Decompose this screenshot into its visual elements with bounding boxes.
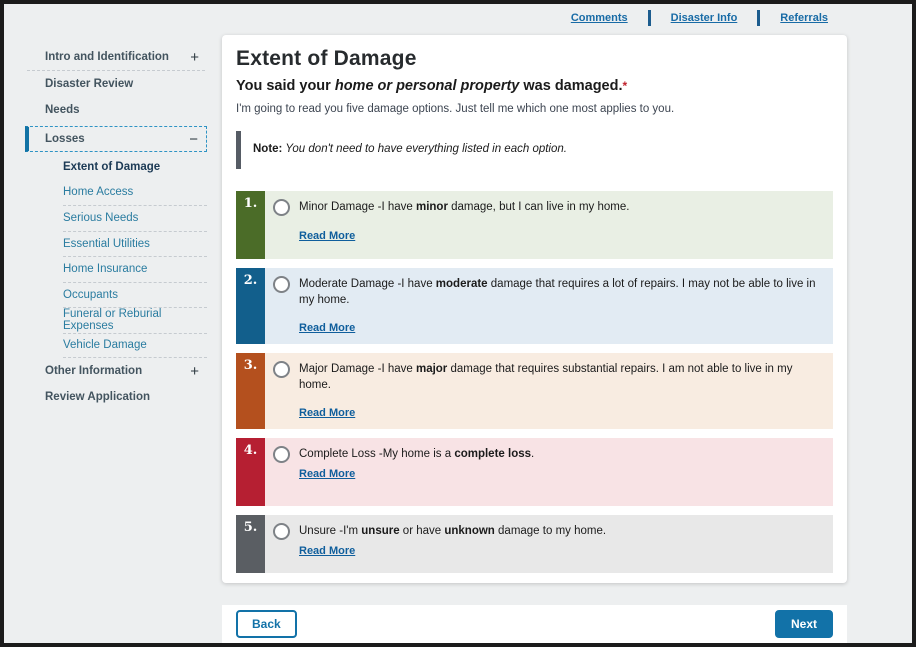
sidebar-item-label: Other Information [45, 365, 142, 377]
sidebar-item-disaster-review[interactable]: Disaster Review [25, 71, 207, 97]
option-row-unsure: 5. Unsure -I'm unsure or have unknown da… [236, 515, 833, 573]
footer-action-bar: Back Next [222, 605, 847, 643]
plus-icon[interactable]: + [190, 49, 199, 66]
radio-unsure[interactable] [273, 523, 290, 540]
sidebar-item-occupants[interactable]: Occupants [63, 282, 207, 308]
sidebar-item-label: Disaster Review [45, 78, 133, 90]
option-label: Major Damage -I have major damage that r… [299, 362, 821, 393]
next-button[interactable]: Next [775, 610, 833, 638]
radio-complete-loss[interactable] [273, 446, 290, 463]
sidebar-item-home-insurance[interactable]: Home Insurance [63, 256, 207, 282]
sidebar-item-label: Intro and Identification [45, 51, 169, 63]
option-number-badge: 1. [236, 191, 265, 259]
option-row-minor-damage: 1. Minor Damage -I have minor damage, bu… [236, 191, 833, 259]
option-number-badge: 4. [236, 438, 265, 506]
instruction-text: I'm going to read you five damage option… [236, 103, 833, 115]
sidebar-item-funeral-or-reburial-expenses[interactable]: Funeral or Reburial Expenses [63, 307, 207, 333]
required-asterisk: * [623, 79, 628, 93]
option-row-major-damage: 3. Major Damage -I have major damage tha… [236, 353, 833, 429]
sidebar-item-essential-utilities[interactable]: Essential Utilities [63, 231, 207, 257]
radio-major-damage[interactable] [273, 361, 290, 378]
sidebar-item-review-application[interactable]: Review Application [25, 384, 207, 410]
app-window: Comments Disaster Info Referrals Intro a… [0, 0, 916, 647]
sidebar-item-label: Needs [45, 104, 80, 116]
read-more-link[interactable]: Read More [299, 322, 355, 334]
damage-options-list: 1. Minor Damage -I have minor damage, bu… [236, 191, 833, 573]
top-nav: Comments Disaster Info Referrals [571, 10, 828, 26]
question-prefix: You said your [236, 78, 335, 94]
disaster-info-link[interactable]: Disaster Info [671, 12, 738, 24]
main-content-card: Extent of Damage You said your home or p… [222, 35, 847, 583]
question-suffix: was damaged. [519, 78, 622, 94]
read-more-link[interactable]: Read More [299, 230, 355, 242]
read-more-link[interactable]: Read More [299, 407, 355, 419]
losses-subnav: Extent of Damage Home Access Serious Nee… [25, 154, 207, 358]
sidebar-item-intro-and-identification[interactable]: Intro and Identification + [25, 44, 207, 70]
page-title: Extent of Damage [236, 47, 833, 71]
plus-icon[interactable]: + [190, 363, 199, 380]
referrals-link[interactable]: Referrals [780, 12, 828, 24]
sidebar-nav: Intro and Identification + Disaster Revi… [25, 44, 207, 410]
minus-icon[interactable]: − [189, 131, 198, 148]
option-row-moderate-damage: 2. Moderate Damage -I have moderate dama… [236, 268, 833, 344]
option-label: Unsure -I'm unsure or have unknown damag… [299, 524, 606, 540]
sidebar-item-vehicle-damage[interactable]: Vehicle Damage [63, 333, 207, 359]
option-number-badge: 2. [236, 268, 265, 344]
nav-divider [757, 10, 760, 26]
sidebar-item-other-information[interactable]: Other Information + [25, 358, 207, 384]
sidebar-item-losses[interactable]: Losses − [29, 127, 206, 151]
option-row-complete-loss: 4. Complete Loss -My home is a complete … [236, 438, 833, 506]
nav-divider [648, 10, 651, 26]
sidebar-item-extent-of-damage[interactable]: Extent of Damage [63, 154, 207, 180]
option-number-badge: 3. [236, 353, 265, 429]
sidebar-item-serious-needs[interactable]: Serious Needs [63, 205, 207, 231]
option-number-badge: 5. [236, 515, 265, 573]
note-callout: Note: You don't need to have everything … [236, 131, 833, 169]
question-italic: home or personal property [335, 78, 520, 94]
radio-minor-damage[interactable] [273, 199, 290, 216]
option-label: Complete Loss -My home is a complete los… [299, 447, 534, 463]
radio-moderate-damage[interactable] [273, 276, 290, 293]
option-label: Moderate Damage -I have moderate damage … [299, 277, 821, 308]
sidebar-item-home-access[interactable]: Home Access [63, 180, 207, 206]
sidebar-item-label: Review Application [45, 391, 150, 403]
sidebar-item-needs[interactable]: Needs [25, 97, 207, 123]
comments-link[interactable]: Comments [571, 12, 628, 24]
read-more-link[interactable]: Read More [299, 545, 355, 557]
note-text: You don't need to have everything listed… [282, 143, 567, 155]
sidebar-section-losses: Losses − [25, 126, 207, 152]
read-more-link[interactable]: Read More [299, 468, 355, 480]
back-button[interactable]: Back [236, 610, 297, 638]
option-label: Minor Damage -I have minor damage, but I… [299, 200, 629, 216]
question-text: You said your home or personal property … [236, 78, 833, 94]
sidebar-item-label: Losses [45, 133, 85, 145]
note-label: Note: [253, 143, 282, 155]
